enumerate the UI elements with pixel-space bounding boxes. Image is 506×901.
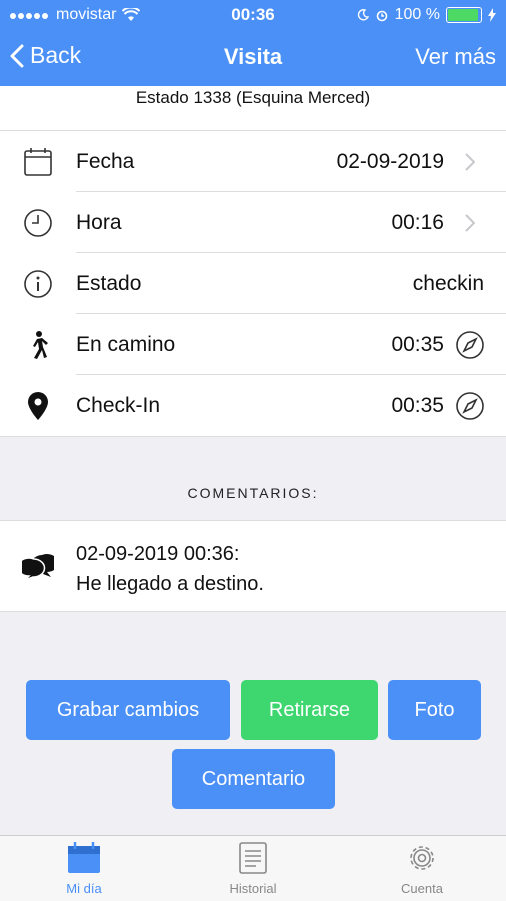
charging-bolt-icon	[488, 8, 496, 22]
calendar-icon	[68, 842, 100, 873]
row-label: Check-In	[76, 393, 161, 417]
tab-label: Cuenta	[401, 881, 443, 896]
row-value: 00:16	[391, 210, 444, 234]
tab-historial[interactable]: Historial	[193, 842, 313, 896]
comment-date: 02-09-2019 00:36:	[76, 543, 240, 565]
chevron-right-icon	[465, 213, 475, 232]
row-label: Hora	[76, 210, 122, 234]
battery-label: 100 %	[394, 6, 440, 23]
tab-bar: Mi día Historial Cuenta	[0, 835, 506, 901]
row-label: Fecha	[76, 149, 135, 173]
navigate-check-in-button[interactable]	[454, 391, 486, 421]
ver-mas-button[interactable]: Ver más	[415, 44, 496, 70]
visit-details-list: Fecha 02-09-2019 Hora 00:16 Estado check…	[0, 131, 506, 437]
tab-label: Mi día	[66, 881, 102, 896]
row-label: En camino	[76, 332, 176, 356]
row-value: 00:35	[391, 393, 444, 417]
row-estado: Estado checkin	[0, 253, 506, 314]
tab-mi-dia[interactable]: Mi día	[24, 842, 144, 896]
navigation-bar: Back Visita Ver más	[0, 36, 506, 78]
comments-section-header: COMENTARIOS:	[187, 485, 319, 501]
visit-location-title: Estado 1338 (Esquina Merced)	[0, 86, 506, 131]
clock-icon	[24, 208, 52, 237]
navigate-en-camino-button[interactable]	[454, 330, 486, 360]
foto-button[interactable]: Foto	[388, 680, 481, 740]
tab-label: Historial	[229, 881, 277, 896]
chat-bubbles-icon	[17, 554, 59, 581]
row-check-in: Check-In 00:35	[0, 375, 506, 436]
top-header: movistar 00:36 100 % Back Visita Ver más	[0, 0, 506, 86]
comment-text: He llegado a destino.	[76, 573, 264, 595]
row-hora[interactable]: Hora 00:16	[0, 192, 506, 253]
document-icon	[239, 842, 267, 874]
compass-icon	[456, 391, 484, 420]
info-icon	[24, 269, 52, 298]
row-value: checkin	[412, 271, 484, 295]
grabar-cambios-button[interactable]: Grabar cambios	[26, 680, 230, 740]
chevron-right-icon	[465, 152, 475, 171]
battery-icon	[446, 7, 482, 23]
row-en-camino: En camino 00:35	[0, 314, 506, 375]
compass-icon	[456, 330, 484, 359]
comentario-button[interactable]: Comentario	[172, 749, 335, 809]
alarm-icon	[376, 10, 387, 22]
location-pin-icon	[28, 391, 48, 420]
comment-item: 02-09-2019 00:36: He llegado a destino.	[0, 520, 506, 612]
row-value: 02-09-2019	[336, 149, 444, 173]
row-label: Estado	[76, 271, 142, 295]
gear-icon	[410, 846, 434, 870]
tab-cuenta[interactable]: Cuenta	[362, 842, 482, 896]
retirarse-button[interactable]: Retirarse	[241, 680, 378, 740]
moon-icon	[357, 9, 369, 21]
row-fecha[interactable]: Fecha 02-09-2019	[0, 131, 506, 192]
status-bar: movistar 00:36 100 %	[0, 0, 506, 30]
row-value: 00:35	[391, 332, 444, 356]
walking-icon	[33, 330, 48, 359]
calendar-icon	[24, 147, 52, 176]
